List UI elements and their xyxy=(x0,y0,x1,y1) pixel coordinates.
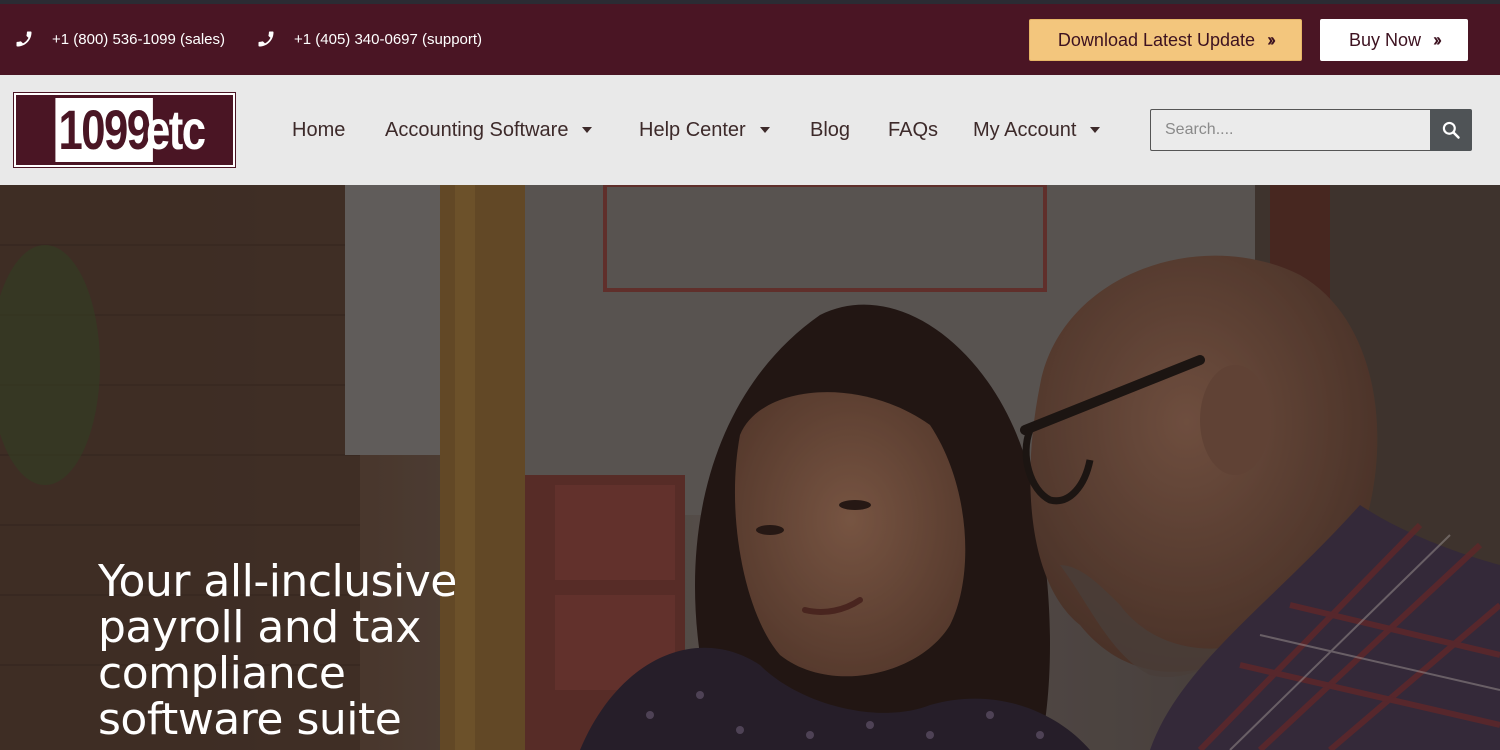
nav-item-blog[interactable]: Blog xyxy=(810,75,850,185)
double-chevron-right-icon: ›› xyxy=(1267,29,1276,50)
support-phone[interactable]: +1 (405) 340-0697 (support) xyxy=(256,4,482,75)
double-chevron-right-icon: ›› xyxy=(1433,29,1442,50)
nav-item-help-center[interactable]: Help Center xyxy=(639,75,770,185)
download-update-label: Download Latest Update xyxy=(1057,29,1256,50)
sales-phone[interactable]: +1 (800) 536-1099 (sales) xyxy=(14,4,225,75)
nav-item-label: My Account xyxy=(973,118,1077,141)
phone-icon xyxy=(256,29,278,51)
sales-phone-text: +1 (800) 536-1099 (sales) xyxy=(52,31,226,48)
phone-icon xyxy=(14,29,36,51)
nav-item-label: Home xyxy=(292,118,346,141)
download-update-button[interactable]: Download Latest Update ›› xyxy=(1029,19,1302,61)
search-input[interactable] xyxy=(1150,109,1430,151)
main-nav-bar: 1099 etc Home Accounting Software Help C… xyxy=(0,75,1500,185)
buy-now-button[interactable]: Buy Now ›› xyxy=(1320,19,1468,61)
hero-banner: Your all-inclusive payroll and tax compl… xyxy=(0,185,1500,750)
nav-item-label: Accounting Software xyxy=(385,118,569,141)
caret-down-icon xyxy=(759,127,770,133)
logo-suffix: etc xyxy=(146,98,206,161)
logo-number: 1099 xyxy=(55,98,153,162)
nav-item-label: FAQs xyxy=(888,118,939,141)
top-bar: +1 (800) 536-1099 (sales) +1 (405) 340-0… xyxy=(0,0,1500,75)
nav-item-faqs[interactable]: FAQs xyxy=(888,75,938,185)
nav-item-accounting-software[interactable]: Accounting Software xyxy=(385,75,593,185)
search-form xyxy=(1150,109,1472,151)
buy-now-label: Buy Now xyxy=(1348,29,1422,50)
caret-down-icon xyxy=(1090,127,1101,133)
nav-item-home[interactable]: Home xyxy=(292,75,345,185)
caret-down-icon xyxy=(582,127,593,133)
nav-item-my-account[interactable]: My Account xyxy=(973,75,1101,185)
nav-item-label: Help Center xyxy=(639,118,746,141)
nav-item-label: Blog xyxy=(810,118,851,141)
hero-title: Your all-inclusive payroll and tax compl… xyxy=(98,556,457,745)
search-button[interactable] xyxy=(1430,109,1472,151)
support-phone-text: +1 (405) 340-0697 (support) xyxy=(294,31,483,48)
search-icon xyxy=(1442,121,1460,139)
site-logo[interactable]: 1099 etc xyxy=(13,92,236,168)
